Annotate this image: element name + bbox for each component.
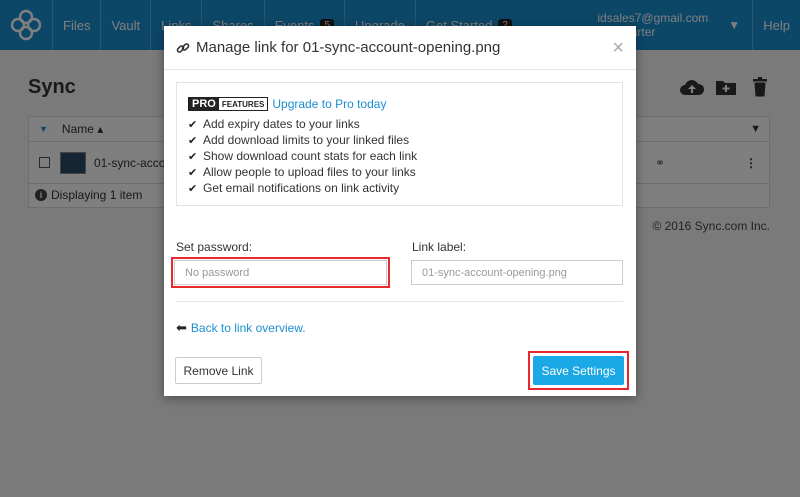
link-icon	[176, 41, 190, 55]
back-to-overview-link[interactable]: ⬅ Back to link overview.	[176, 320, 306, 336]
pro-features-badge: PRO FEATURES	[188, 97, 269, 111]
manage-link-dialog: Manage link for 01-sync-account-opening.…	[164, 26, 636, 396]
remove-link-button[interactable]: Remove Link	[175, 357, 262, 384]
upgrade-to-pro-link[interactable]: Upgrade to Pro today	[272, 97, 386, 111]
save-settings-button[interactable]: Save Settings	[533, 356, 624, 385]
check-icon: ✔	[188, 182, 198, 195]
check-icon: ✔	[188, 150, 198, 163]
close-icon[interactable]: ×	[612, 38, 624, 58]
check-icon: ✔	[188, 118, 198, 131]
arrow-left-icon: ⬅	[176, 320, 187, 335]
password-label: Set password:	[176, 240, 253, 254]
feature-item: ✔ Allow people to upload files to your li…	[188, 165, 416, 179]
link-label-label: Link label:	[412, 240, 467, 254]
pro-features-panel: PRO FEATURES Upgrade to Pro today ✔ Add e…	[176, 82, 623, 206]
check-icon: ✔	[188, 166, 198, 179]
feature-item: ✔ Get email notifications on link activit…	[188, 181, 400, 195]
feature-item: ✔ Show download count stats for each link	[188, 149, 418, 163]
password-input[interactable]: No password	[174, 260, 387, 285]
dialog-header: Manage link for 01-sync-account-opening.…	[164, 26, 636, 70]
link-label-input[interactable]: 01-sync-account-opening.png	[411, 260, 623, 285]
check-icon: ✔	[188, 134, 198, 147]
divider	[176, 301, 623, 302]
feature-item: ✔ Add expiry dates to your links	[188, 117, 360, 131]
dialog-title: Manage link for 01-sync-account-opening.…	[196, 39, 501, 56]
feature-item: ✔ Add download limits to your linked file…	[188, 133, 410, 147]
